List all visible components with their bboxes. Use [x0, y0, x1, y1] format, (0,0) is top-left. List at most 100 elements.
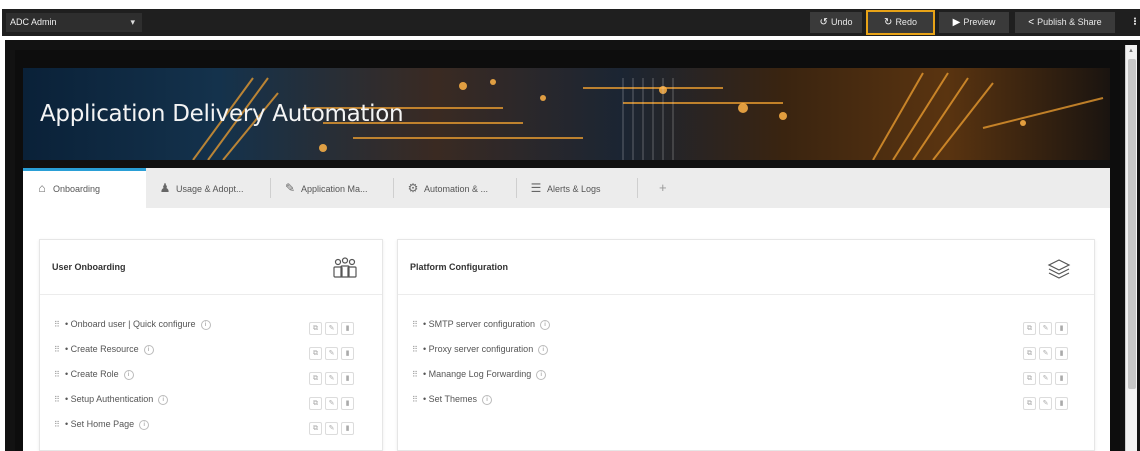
- tab-application-management[interactable]: ✎ Application Ma...: [271, 168, 393, 208]
- delete-icon[interactable]: ▮: [1055, 322, 1068, 335]
- tab-label: Usage & Adopt...: [176, 184, 244, 194]
- tab-usage-adoption[interactable]: ♟ Usage & Adopt...: [146, 168, 270, 208]
- user-onboarding-card: User Onboarding ⠿ • Onboard user | Quick …: [39, 239, 383, 451]
- copy-icon[interactable]: ⧉: [309, 422, 322, 435]
- delete-icon[interactable]: ▮: [1055, 397, 1068, 410]
- row-actions: ⧉ ✎ ▮: [1020, 317, 1068, 335]
- delete-icon[interactable]: ▮: [341, 347, 354, 360]
- undo-label: Undo: [830, 17, 853, 27]
- drag-handle-icon[interactable]: ⠿: [54, 368, 60, 382]
- list-item[interactable]: ⠿ • Create Resource i: [54, 342, 154, 356]
- info-icon[interactable]: i: [158, 394, 169, 405]
- add-tab-button[interactable]: +: [659, 168, 667, 208]
- delete-icon[interactable]: ▮: [341, 372, 354, 385]
- drag-handle-icon[interactable]: ⠿: [412, 393, 418, 407]
- edit-icon[interactable]: ✎: [325, 372, 338, 385]
- list-item-label[interactable]: • Set Themes: [423, 394, 477, 404]
- row-actions: ⧉ ✎ ▮: [306, 317, 354, 335]
- list-item-label[interactable]: • Create Role: [65, 369, 119, 379]
- edit-icon[interactable]: ✎: [325, 347, 338, 360]
- list-item[interactable]: ⠿ • SMTP server configuration i: [412, 317, 551, 332]
- page-title: Application Delivery Automation: [40, 101, 404, 127]
- top-toolbar: ADC Admin ▾ ↺ Undo ↻ Redo ▶ Preview < Publis…: [0, 0, 1140, 40]
- edit-icon[interactable]: ✎: [1039, 372, 1052, 385]
- drag-handle-icon[interactable]: ⠿: [54, 318, 60, 332]
- list-item[interactable]: ⠿ • Set Home Page i: [54, 417, 150, 432]
- info-icon[interactable]: i: [143, 344, 154, 355]
- delete-icon[interactable]: ▮: [341, 322, 354, 335]
- tab-alerts-logs[interactable]: ☰ Alerts & Logs: [517, 168, 637, 208]
- log-icon: ☰: [530, 181, 542, 195]
- row-actions: ⧉ ✎ ▮: [306, 367, 354, 385]
- edit-icon[interactable]: ✎: [325, 322, 338, 335]
- list-item-label[interactable]: • Manange Log Forwarding: [423, 369, 531, 379]
- redo-icon: ↻: [884, 17, 893, 28]
- copy-icon[interactable]: ⧉: [309, 372, 322, 385]
- tab-label: Application Ma...: [301, 184, 368, 194]
- drag-handle-icon[interactable]: ⠿: [412, 318, 418, 332]
- banner-divider: [23, 160, 1110, 168]
- scrollbar-thumb[interactable]: [1128, 59, 1136, 389]
- more-options-icon[interactable]: ⁝: [1130, 12, 1140, 33]
- edit-icon[interactable]: ✎: [1039, 397, 1052, 410]
- edit-icon[interactable]: ✎: [325, 422, 338, 435]
- tab-label: Alerts & Logs: [547, 184, 601, 194]
- edit-icon[interactable]: ✎: [325, 397, 338, 410]
- copy-icon[interactable]: ⧉: [309, 397, 322, 410]
- list-item-label[interactable]: • Create Resource: [65, 344, 139, 354]
- undo-button[interactable]: ↺ Undo: [810, 12, 862, 33]
- drag-handle-icon[interactable]: ⠿: [412, 368, 418, 382]
- delete-icon[interactable]: ▮: [341, 422, 354, 435]
- info-icon[interactable]: i: [200, 319, 211, 330]
- list-item-label[interactable]: • Proxy server configuration: [423, 344, 533, 354]
- info-icon[interactable]: i: [123, 369, 134, 380]
- copy-icon[interactable]: ⧉: [1023, 372, 1036, 385]
- edit-icon[interactable]: ✎: [1039, 347, 1052, 360]
- delete-icon[interactable]: ▮: [1055, 372, 1068, 385]
- copy-icon[interactable]: ⧉: [1023, 322, 1036, 335]
- list-item[interactable]: ⠿ • Set Themes i: [412, 392, 493, 407]
- edit-icon[interactable]: ✎: [1039, 322, 1052, 335]
- info-icon[interactable]: i: [536, 369, 547, 380]
- list-item-label[interactable]: • SMTP server configuration: [423, 319, 535, 329]
- card-title: User Onboarding: [52, 262, 126, 272]
- copy-icon[interactable]: ⧉: [1023, 347, 1036, 360]
- toolbar-strip: ADC Admin ▾ ↺ Undo ↻ Redo ▶ Preview < Publis…: [2, 9, 1140, 36]
- app-selector-dropdown[interactable]: ADC Admin ▾: [6, 13, 142, 32]
- dashboard-tabs: ⌂ Onboarding ♟ Usage & Adopt... ✎ Applicati…: [23, 168, 1110, 208]
- row-actions: ⧉ ✎ ▮: [1020, 367, 1068, 385]
- tab-onboarding[interactable]: ⌂ Onboarding: [23, 168, 146, 208]
- info-icon[interactable]: i: [139, 419, 150, 430]
- copy-icon[interactable]: ⧉: [309, 347, 322, 360]
- list-item[interactable]: ⠿ • Onboard user | Quick configure i: [54, 317, 211, 331]
- publish-share-button[interactable]: < Publish & Share: [1015, 12, 1115, 33]
- tab-label: Onboarding: [53, 184, 101, 194]
- row-actions: ⧉ ✎ ▮: [306, 342, 354, 360]
- list-item[interactable]: ⠿ • Create Role i: [54, 367, 134, 381]
- redo-button[interactable]: ↻ Redo: [866, 10, 935, 35]
- list-item[interactable]: ⠿ • Manange Log Forwarding i: [412, 367, 547, 382]
- list-item[interactable]: ⠿ • Proxy server configuration i: [412, 342, 549, 357]
- drag-handle-icon[interactable]: ⠿: [54, 393, 60, 407]
- drag-handle-icon[interactable]: ⠿: [412, 343, 418, 357]
- card-header: Platform Configuration: [398, 240, 1094, 295]
- preview-button[interactable]: ▶ Preview: [939, 12, 1009, 33]
- delete-icon[interactable]: ▮: [341, 397, 354, 410]
- copy-icon[interactable]: ⧉: [309, 322, 322, 335]
- list-item-label[interactable]: • Setup Authentication: [65, 394, 153, 404]
- info-icon[interactable]: i: [482, 394, 493, 405]
- list-item-label[interactable]: • Onboard user | Quick configure: [65, 319, 196, 329]
- drag-handle-icon[interactable]: ⠿: [54, 418, 60, 432]
- list-item-label[interactable]: • Set Home Page: [65, 419, 134, 429]
- delete-icon[interactable]: ▮: [1055, 347, 1068, 360]
- card-title: Platform Configuration: [410, 262, 508, 272]
- copy-icon[interactable]: ⧉: [1023, 397, 1036, 410]
- info-icon[interactable]: i: [540, 319, 551, 330]
- scroll-up-icon[interactable]: ▲: [1128, 48, 1134, 54]
- list-item[interactable]: ⠿ • Setup Authentication i: [54, 392, 169, 407]
- info-icon[interactable]: i: [538, 344, 549, 355]
- drag-handle-icon[interactable]: ⠿: [54, 343, 60, 357]
- tab-automation[interactable]: ⚙ Automation & ...: [394, 168, 516, 208]
- row-actions: ⧉ ✎ ▮: [306, 417, 354, 435]
- vertical-scrollbar[interactable]: ▲: [1125, 45, 1137, 451]
